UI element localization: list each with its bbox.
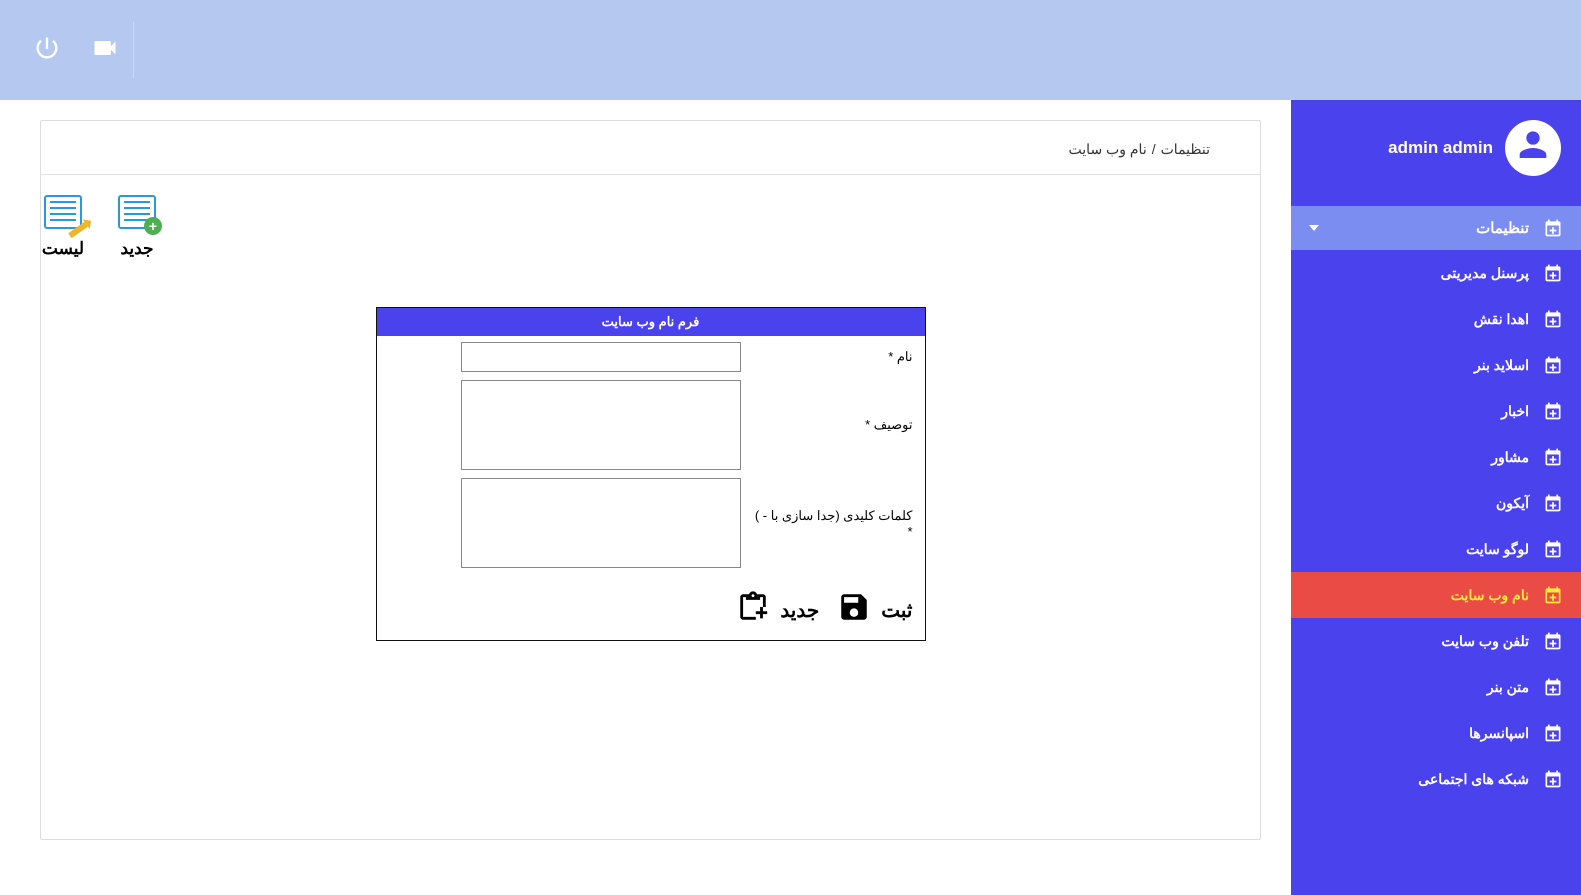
- video-icon: [91, 34, 119, 67]
- calendar-plus-icon: [1543, 723, 1563, 743]
- sidebar-item-label: نام وب سایت: [1451, 587, 1529, 604]
- form-row-desc: توصیف *: [389, 380, 913, 470]
- calendar-plus-icon: [1543, 355, 1563, 375]
- list-button-label: لیست: [42, 239, 84, 259]
- avatar: [1505, 120, 1561, 176]
- form-actions: ثبت جدید: [377, 586, 925, 640]
- calendar-plus-icon: [1543, 631, 1563, 651]
- main: تنظیمات / نام وب سایت لیست + جدید فرم نا…: [40, 120, 1261, 895]
- topbar-icons: [18, 22, 134, 78]
- topbar: [0, 0, 1581, 100]
- form-row-name: نام *: [389, 342, 913, 372]
- form-title: فرم نام وب سایت: [377, 308, 925, 336]
- sidebar-item-personnel[interactable]: پرسنل مدیریتی: [1291, 250, 1581, 296]
- form-row-keywords: کلمات کلیدی (جدا سازی با - ) *: [389, 478, 913, 568]
- form-new-label: جدید: [780, 598, 819, 623]
- sidebar-item-banner-text[interactable]: متن بنر: [1291, 664, 1581, 710]
- list-icon: [41, 193, 85, 231]
- sidebar-item-label: مشاور: [1491, 449, 1529, 466]
- sidebar-item-site-name[interactable]: نام وب سایت: [1291, 572, 1581, 618]
- calendar-plus-icon: [1543, 263, 1563, 283]
- sidebar-item-label: شبکه های اجتماعی: [1418, 771, 1529, 788]
- toolbar: لیست + جدید: [41, 175, 1260, 277]
- sidebar-item-grant-role[interactable]: اهدا نقش: [1291, 296, 1581, 342]
- save-icon: [837, 590, 871, 630]
- sidebar-item-consultant[interactable]: مشاور: [1291, 434, 1581, 480]
- sidebar-item-social[interactable]: شبکه های اجتماعی: [1291, 756, 1581, 802]
- new-icon: +: [115, 193, 159, 231]
- sidebar-item-sponsors[interactable]: اسپانسرها: [1291, 710, 1581, 756]
- breadcrumb-current: نام وب سایت: [1069, 141, 1147, 158]
- form-new-button[interactable]: جدید: [736, 590, 819, 630]
- nav-header-settings[interactable]: تنظیمات: [1291, 206, 1581, 250]
- nav-header-label: تنظیمات: [1476, 219, 1529, 237]
- power-icon: [33, 34, 61, 67]
- chevron-down-icon: [1309, 225, 1319, 231]
- submit-label: ثبت: [881, 598, 912, 623]
- sidebar-item-news[interactable]: اخبار: [1291, 388, 1581, 434]
- sidebar-user: admin admin: [1291, 100, 1581, 206]
- calendar-plus-icon: [1543, 309, 1563, 329]
- calendar-plus-icon: [1543, 218, 1563, 238]
- clipboard-plus-icon: [736, 590, 770, 630]
- desc-input[interactable]: [461, 380, 741, 470]
- sidebar-item-label: پرسنل مدیریتی: [1441, 265, 1529, 282]
- breadcrumb-sep: /: [1152, 141, 1156, 158]
- sidebar-item-label: اهدا نقش: [1474, 311, 1529, 328]
- sidebar-item-label: اسلاید بنر: [1474, 357, 1529, 374]
- calendar-plus-icon: [1543, 493, 1563, 513]
- form-body: نام * توصیف * کلمات کلیدی (جدا سازی با -…: [377, 336, 925, 586]
- name-input[interactable]: [461, 342, 741, 372]
- keywords-label: کلمات کلیدی (جدا سازی با - ) *: [753, 508, 913, 539]
- calendar-plus-icon: [1543, 539, 1563, 559]
- calendar-plus-icon: [1543, 677, 1563, 697]
- video-button[interactable]: [76, 22, 134, 78]
- form-wrap: فرم نام وب سایت نام * توصیف * کلمات کلید…: [41, 277, 1260, 671]
- sidebar-item-label: لوگو سایت: [1466, 541, 1529, 558]
- sidebar-item-banner-slide[interactable]: اسلاید بنر: [1291, 342, 1581, 388]
- username: admin admin: [1388, 138, 1493, 158]
- sidebar-item-label: تلفن وب سایت: [1441, 633, 1529, 650]
- sidebar-item-icon[interactable]: آیکون: [1291, 480, 1581, 526]
- desc-label: توصیف *: [753, 417, 913, 433]
- sidebar-item-label: اسپانسرها: [1469, 725, 1529, 742]
- calendar-plus-icon: [1543, 401, 1563, 421]
- calendar-plus-icon: [1543, 585, 1563, 605]
- breadcrumb-root: تنظیمات: [1161, 141, 1210, 158]
- sidebar-item-label: متن بنر: [1487, 679, 1529, 696]
- breadcrumb: تنظیمات / نام وب سایت: [41, 121, 1260, 175]
- keywords-input[interactable]: [461, 478, 741, 568]
- new-button[interactable]: + جدید: [115, 193, 159, 259]
- sidebar: admin admin تنظیمات پرسنل مدیریتی اهدا ن…: [1291, 100, 1581, 895]
- calendar-plus-icon: [1543, 769, 1563, 789]
- list-button[interactable]: لیست: [41, 193, 85, 259]
- sidebar-item-label: آیکون: [1496, 495, 1529, 512]
- sidebar-item-site-phone[interactable]: تلفن وب سایت: [1291, 618, 1581, 664]
- panel: تنظیمات / نام وب سایت لیست + جدید فرم نا…: [40, 120, 1261, 840]
- sidebar-item-label: اخبار: [1501, 403, 1529, 420]
- name-label: نام *: [753, 349, 913, 365]
- power-button[interactable]: [18, 22, 76, 78]
- form-card: فرم نام وب سایت نام * توصیف * کلمات کلید…: [376, 307, 926, 641]
- submit-button[interactable]: ثبت: [837, 590, 912, 630]
- calendar-plus-icon: [1543, 447, 1563, 467]
- sidebar-item-site-logo[interactable]: لوگو سایت: [1291, 526, 1581, 572]
- new-button-label: جدید: [120, 239, 153, 259]
